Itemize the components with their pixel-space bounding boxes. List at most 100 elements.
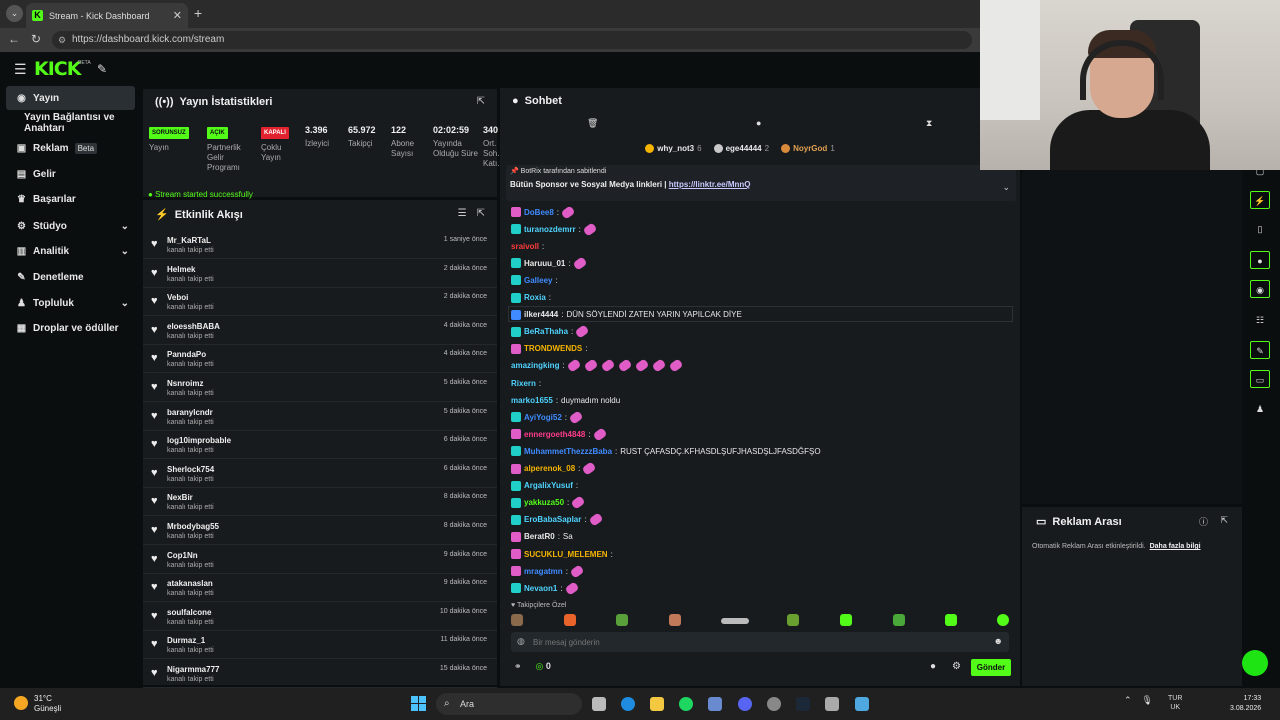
- chat-message[interactable]: Nevaon1:: [511, 580, 580, 596]
- popout-icon[interactable]: ⇱: [1220, 515, 1228, 526]
- chat-message[interactable]: ArgalixYusuf:: [511, 478, 578, 494]
- hourglass-icon[interactable]: ⧗: [926, 118, 932, 129]
- windows-start-icon[interactable]: [411, 696, 427, 712]
- sidebar-item-gelir[interactable]: ▤ Gelir: [6, 162, 135, 186]
- feed-event-row[interactable]: ♥ Mrbodybag55 kanalı takip etti 8 dakika ön…: [143, 516, 497, 545]
- chat-message[interactable]: EroBabaSaplar:: [511, 512, 604, 528]
- folder-icon[interactable]: [650, 697, 664, 711]
- chat-message[interactable]: ennergoeth4848:: [511, 426, 608, 442]
- chat-username[interactable]: TRONDWENDS: [524, 344, 582, 353]
- emoji-icon[interactable]: ☻: [994, 636, 1003, 646]
- sidebar-item-yayin[interactable]: ◉ Yayın: [6, 86, 135, 110]
- status-indicator[interactable]: [1242, 650, 1268, 676]
- fire-emote-icon[interactable]: [564, 614, 576, 626]
- chat-username[interactable]: marko1655: [511, 396, 553, 405]
- chat-username[interactable]: SUCUKLU_MELEMEN: [524, 550, 608, 559]
- feed-event-row[interactable]: ♥ Durmaz_1 kanalı takip etti 11 dakika önce: [143, 630, 497, 660]
- chat-message[interactable]: turanozdemrr:: [511, 221, 598, 237]
- pinned-link[interactable]: https://linktr.ee/MnnQ: [669, 180, 751, 189]
- chat-username[interactable]: EroBabaSaplar: [524, 515, 581, 524]
- emote-icon[interactable]: [840, 614, 852, 626]
- chat-bubble-icon[interactable]: ●: [1250, 251, 1270, 269]
- lightning-icon[interactable]: ⚡: [1250, 191, 1270, 209]
- language-indicator[interactable]: TUR UK: [1168, 694, 1182, 712]
- chat-message[interactable]: SUCUKLU_MELEMEN:: [511, 546, 613, 562]
- feed-event-row[interactable]: ♥ PanndaPo kanalı takip etti 4 dakika önce: [143, 344, 497, 374]
- chat-message[interactable]: BeRaThaha:: [511, 324, 590, 340]
- learn-more-link[interactable]: Daha fazla bilgi: [1150, 543, 1201, 550]
- popout-icon[interactable]: ⇱: [477, 208, 485, 219]
- phone-icon[interactable]: ▯: [1250, 220, 1270, 238]
- emote-icon[interactable]: [787, 614, 799, 626]
- spotify-icon[interactable]: [679, 697, 693, 711]
- chat-mode-icon[interactable]: ●: [756, 118, 761, 128]
- chat-input-box[interactable]: ◍ ☻: [511, 632, 1009, 652]
- edge-browser-icon[interactable]: [621, 697, 635, 711]
- emote-icon[interactable]: [945, 614, 957, 626]
- chat-username[interactable]: DoBee8: [524, 208, 554, 217]
- feed-event-row[interactable]: ♥ log10improbable kanalı takip etti 6 dakik…: [143, 430, 497, 460]
- feed-event-row[interactable]: ♥ Helmek kanalı takip etti 2 dakika önce: [143, 259, 497, 288]
- sidebar-item-basarilar[interactable]: ♛ Başarılar: [6, 187, 135, 211]
- file-manager-icon[interactable]: [592, 697, 606, 711]
- broadcast-icon[interactable]: ◉: [1250, 280, 1270, 298]
- chat-message[interactable]: yakkuza50:: [511, 495, 586, 511]
- emote-icon[interactable]: [511, 614, 523, 626]
- site-info-icon[interactable]: ⚙: [58, 31, 66, 49]
- sidebar-item-reklam[interactable]: ▣ Reklam Beta: [6, 136, 135, 160]
- taskbar-search[interactable]: ⌕ Ara: [436, 693, 582, 715]
- sidebar-item-denetleme[interactable]: ✎ Denetleme: [6, 265, 135, 289]
- tab-close-icon[interactable]: ✕: [173, 9, 182, 22]
- url-field[interactable]: ⚙ https://dashboard.kick.com/stream: [52, 31, 972, 49]
- browser-profile-icon[interactable]: ⌄: [6, 5, 23, 22]
- leaderboard-entry[interactable]: why_not3 6: [645, 141, 702, 155]
- emote-icon[interactable]: [997, 614, 1009, 626]
- chat-username[interactable]: AyiYogi52: [524, 413, 562, 422]
- chat-username[interactable]: Roxia: [524, 293, 546, 302]
- chevron-up-icon[interactable]: ⌃: [1124, 695, 1132, 706]
- chat-message[interactable]: TRONDWENDS:: [511, 341, 587, 357]
- emote-icon[interactable]: [616, 614, 628, 626]
- info-icon[interactable]: ⓘ: [1199, 515, 1208, 528]
- chevron-down-icon[interactable]: ⌄: [1002, 182, 1010, 193]
- chat-message[interactable]: MuhammetThezzzBaba: RUST ÇAFASDÇ.KFHASDLŞ…: [511, 443, 821, 459]
- chat-username[interactable]: ennergoeth4848: [524, 430, 585, 439]
- sidebar-item-topluluk[interactable]: ♟ Topluluk ⌄: [6, 291, 135, 315]
- community-icon[interactable]: ♟: [1250, 400, 1270, 418]
- app-icon[interactable]: [767, 697, 781, 711]
- steam-icon[interactable]: [796, 697, 810, 711]
- chat-username[interactable]: Haruuu_01: [524, 259, 565, 268]
- chat-message[interactable]: amazingking:: [511, 358, 684, 374]
- chat-username[interactable]: sraivoll: [511, 242, 539, 251]
- link-icon[interactable]: ⚭: [514, 661, 522, 672]
- screen-icon[interactable]: ▭: [1250, 370, 1270, 388]
- chat-username[interactable]: Galleey: [524, 276, 552, 285]
- chat-message[interactable]: AyiYogi52:: [511, 409, 584, 425]
- menu-icon[interactable]: ☰: [14, 61, 27, 78]
- chat-message[interactable]: Roxia:: [511, 290, 551, 306]
- feed-event-row[interactable]: ♥ atakanaslan kanalı takip etti 9 dakika ön…: [143, 573, 497, 603]
- filter-icon[interactable]: ☰: [458, 208, 467, 219]
- notepad-icon[interactable]: [855, 697, 869, 711]
- sidebar-item-stream-key[interactable]: Yayın Bağlantısı ve Anahtarı: [6, 111, 135, 135]
- feed-event-row[interactable]: ♥ Cop1Nn kanalı takip etti 9 dakika önce: [143, 545, 497, 574]
- chat-message[interactable]: mragatmn:: [511, 563, 585, 579]
- chat-username[interactable]: Nevaon1: [524, 584, 557, 593]
- chat-username[interactable]: ilker4444: [524, 310, 558, 319]
- emote-icon[interactable]: [669, 614, 681, 626]
- feed-event-row[interactable]: ♥ Nigarmma777 kanalı takip etti 15 dakika ö…: [143, 659, 497, 688]
- chat-message[interactable]: marko1655: duymadım noldu: [511, 392, 620, 408]
- trash-icon[interactable]: 🗑: [587, 118, 598, 129]
- sidebar-item-studyo[interactable]: ⚙ Stüdyo ⌄: [6, 214, 135, 238]
- feed-event-row[interactable]: ♥ soulfalcone kanalı takip etti 10 dakika ö…: [143, 602, 497, 631]
- reload-icon[interactable]: ↻: [31, 32, 41, 46]
- chat-message[interactable]: ilker4444: DÜN SÖYLENDİ ZATEN YARIN YAPIL…: [511, 307, 742, 323]
- feed-event-row[interactable]: ♥ eloesshBABA kanalı takip etti 4 dakika ön…: [143, 316, 497, 345]
- chat-message-input[interactable]: [533, 635, 973, 649]
- feed-event-row[interactable]: ♥ Veboi kanalı takip etti 2 dakika önce: [143, 287, 497, 317]
- points-display[interactable]: ◎ 0: [536, 661, 551, 672]
- chat-username[interactable]: ArgalixYusuf: [524, 481, 573, 490]
- leaderboard-entry[interactable]: NoyrGod 1: [781, 141, 835, 155]
- mic-icon[interactable]: 🎙: [1142, 695, 1153, 706]
- chat-username[interactable]: yakkuza50: [524, 498, 564, 507]
